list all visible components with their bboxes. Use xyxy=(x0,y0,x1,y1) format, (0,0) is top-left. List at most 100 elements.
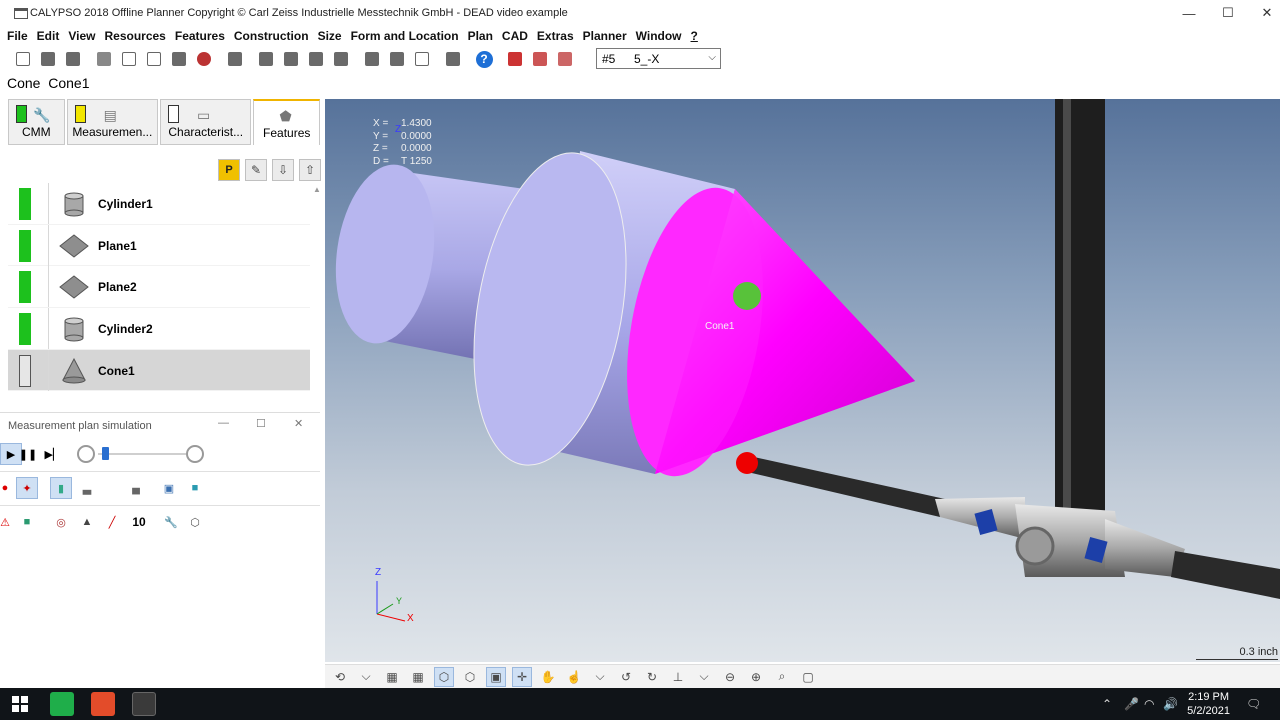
tool-a-button[interactable] xyxy=(255,48,277,70)
menu-construction[interactable]: Construction xyxy=(234,29,309,43)
menu-help[interactable]: ? xyxy=(691,29,698,43)
axes-button[interactable]: ⊥ xyxy=(668,667,688,687)
menu-view[interactable]: View xyxy=(68,29,95,43)
calypso-green-app-icon[interactable] xyxy=(50,692,74,716)
find-button[interactable] xyxy=(224,48,246,70)
copy-button[interactable] xyxy=(118,48,140,70)
sim-minimize-button[interactable]: — xyxy=(218,417,229,429)
list-item[interactable]: Cylinder1 xyxy=(8,183,310,225)
probe-axis-button[interactable] xyxy=(529,48,551,70)
sim-tool-i[interactable]: ◎ xyxy=(50,511,72,533)
probe-button[interactable] xyxy=(504,48,526,70)
list-item[interactable]: Plane1 xyxy=(8,224,310,267)
move-down-button[interactable]: ⇩ xyxy=(272,159,294,181)
delete-button[interactable] xyxy=(386,48,408,70)
wifi-icon[interactable]: ◠ xyxy=(1144,697,1154,711)
dropdown3-button[interactable]: ⌵ xyxy=(694,667,714,687)
hand-button[interactable]: ✋ xyxy=(538,667,558,687)
tool-b-button[interactable] xyxy=(280,48,302,70)
tab-measurement[interactable]: ▤ Measuremen... xyxy=(66,99,159,145)
print-button[interactable] xyxy=(361,48,383,70)
menu-form-and-location[interactable]: Form and Location xyxy=(351,29,459,43)
sim-cube-button[interactable]: ⬡ xyxy=(184,511,206,533)
wireframe-button[interactable]: ⬡ xyxy=(460,667,480,687)
menu-plan[interactable]: Plan xyxy=(468,29,493,43)
tab-characteristic[interactable]: ▭ Characterist... xyxy=(160,99,252,145)
menu-extras[interactable]: Extras xyxy=(537,29,574,43)
menu-window[interactable]: Window xyxy=(636,29,682,43)
menu-size[interactable]: Size xyxy=(318,29,342,43)
stylus-select[interactable]: #5 5_-X ⌵ xyxy=(596,48,721,69)
cad-viewport[interactable]: X = 1.4300 Y = 0.0000 Z = 0.0000 D = T 1250 … xyxy=(325,99,1280,662)
rotate-mode-button[interactable]: ⟲ xyxy=(330,667,350,687)
list-item[interactable]: Plane2 xyxy=(8,266,310,309)
tray-chevron-icon[interactable]: ⌃ xyxy=(1102,697,1112,711)
pan-button[interactable]: ✛ xyxy=(512,666,532,687)
count-value[interactable]: 10 xyxy=(128,511,150,533)
edit-button[interactable] xyxy=(168,48,190,70)
tab-cmm[interactable]: 🔧 CMM xyxy=(8,99,65,145)
menu-file[interactable]: File xyxy=(7,29,28,43)
help-button[interactable]: ? xyxy=(473,48,495,70)
zoom-button[interactable]: ⌕ xyxy=(772,667,792,687)
sim-tool-f[interactable]: ▣ xyxy=(158,477,180,499)
undo-button[interactable] xyxy=(193,48,215,70)
zoom-out-button[interactable]: ⊖ xyxy=(720,667,740,687)
cut-button[interactable] xyxy=(93,48,115,70)
open-file-button[interactable] xyxy=(37,48,59,70)
scroll-up-icon[interactable]: ▲ xyxy=(313,185,321,194)
close-button[interactable]: ✕ xyxy=(1244,0,1280,26)
volume-icon[interactable]: 🔊 xyxy=(1163,697,1178,711)
p-button[interactable]: P xyxy=(218,159,240,181)
sim-maximize-button[interactable]: ☐ xyxy=(256,417,266,430)
sim-tool-h[interactable]: ■ xyxy=(16,511,38,533)
microphone-icon[interactable]: 🎤 xyxy=(1124,697,1139,711)
list-item[interactable]: Cylinder2 xyxy=(8,308,310,350)
list-item[interactable]: Cone1 xyxy=(8,349,310,392)
sim-wrench-button[interactable]: 🔧 xyxy=(160,511,182,533)
speed-slider-track[interactable] xyxy=(98,453,186,455)
fit-view-button[interactable]: ▢ xyxy=(798,667,818,687)
sim-tool-a[interactable]: ● xyxy=(0,477,16,499)
menu-resources[interactable]: Resources xyxy=(104,29,165,43)
sim-tool-b[interactable]: ✦ xyxy=(16,477,38,499)
tool-d-button[interactable] xyxy=(330,48,352,70)
pause-button[interactable]: ❚❚ xyxy=(17,443,39,465)
dropdown2-button[interactable]: ⌵ xyxy=(590,667,610,687)
sim-tool-d[interactable]: ▃ xyxy=(76,477,98,499)
export-button[interactable] xyxy=(442,48,464,70)
windows-start-icon[interactable] xyxy=(12,696,28,712)
move-up-button[interactable]: ⇧ xyxy=(299,159,321,181)
calypso-red-app-icon[interactable] xyxy=(91,692,115,716)
save-button[interactable] xyxy=(62,48,84,70)
new-file-button[interactable] xyxy=(12,48,34,70)
sim-tool-c[interactable]: ▮ xyxy=(50,477,72,499)
sim-close-button[interactable]: ✕ xyxy=(294,417,303,430)
view-a-button[interactable]: ▦ xyxy=(382,667,402,687)
rotate-left-button[interactable]: ↺ xyxy=(616,667,636,687)
step-forward-button[interactable]: ▶▏ xyxy=(42,443,64,465)
traffic-light-app-icon[interactable] xyxy=(132,692,156,716)
sim-tool-e[interactable]: ▄ xyxy=(125,477,147,499)
shaded-button[interactable]: ▣ xyxy=(486,666,506,687)
report-button[interactable] xyxy=(411,48,433,70)
notifications-icon[interactable]: 🗨 xyxy=(1246,697,1261,711)
menu-cad[interactable]: CAD xyxy=(502,29,528,43)
sim-tool-k[interactable]: ╱ xyxy=(101,511,123,533)
menu-planner[interactable]: Planner xyxy=(583,29,627,43)
rotate-right-button[interactable]: ↻ xyxy=(642,667,662,687)
view-b-button[interactable]: ▦ xyxy=(408,667,428,687)
tool-c-button[interactable] xyxy=(305,48,327,70)
speed-slider-thumb[interactable] xyxy=(102,447,109,460)
view-c-button[interactable]: ⬡ xyxy=(434,666,454,687)
select-button[interactable]: ☝ xyxy=(564,667,584,687)
menu-features[interactable]: Features xyxy=(175,29,225,43)
edit-pencil-button[interactable]: ✎ xyxy=(245,159,267,181)
zoom-in-button[interactable]: ⊕ xyxy=(746,667,766,687)
menu-edit[interactable]: Edit xyxy=(37,29,60,43)
sim-warning-button[interactable]: ⚠ xyxy=(0,511,16,533)
dropdown-button[interactable]: ⌵ xyxy=(356,667,376,687)
tab-features[interactable]: ⬟ Features xyxy=(253,99,321,145)
paste-button[interactable] xyxy=(143,48,165,70)
system-clock[interactable]: 2:19 PM 5/2/2021 xyxy=(1187,690,1230,718)
